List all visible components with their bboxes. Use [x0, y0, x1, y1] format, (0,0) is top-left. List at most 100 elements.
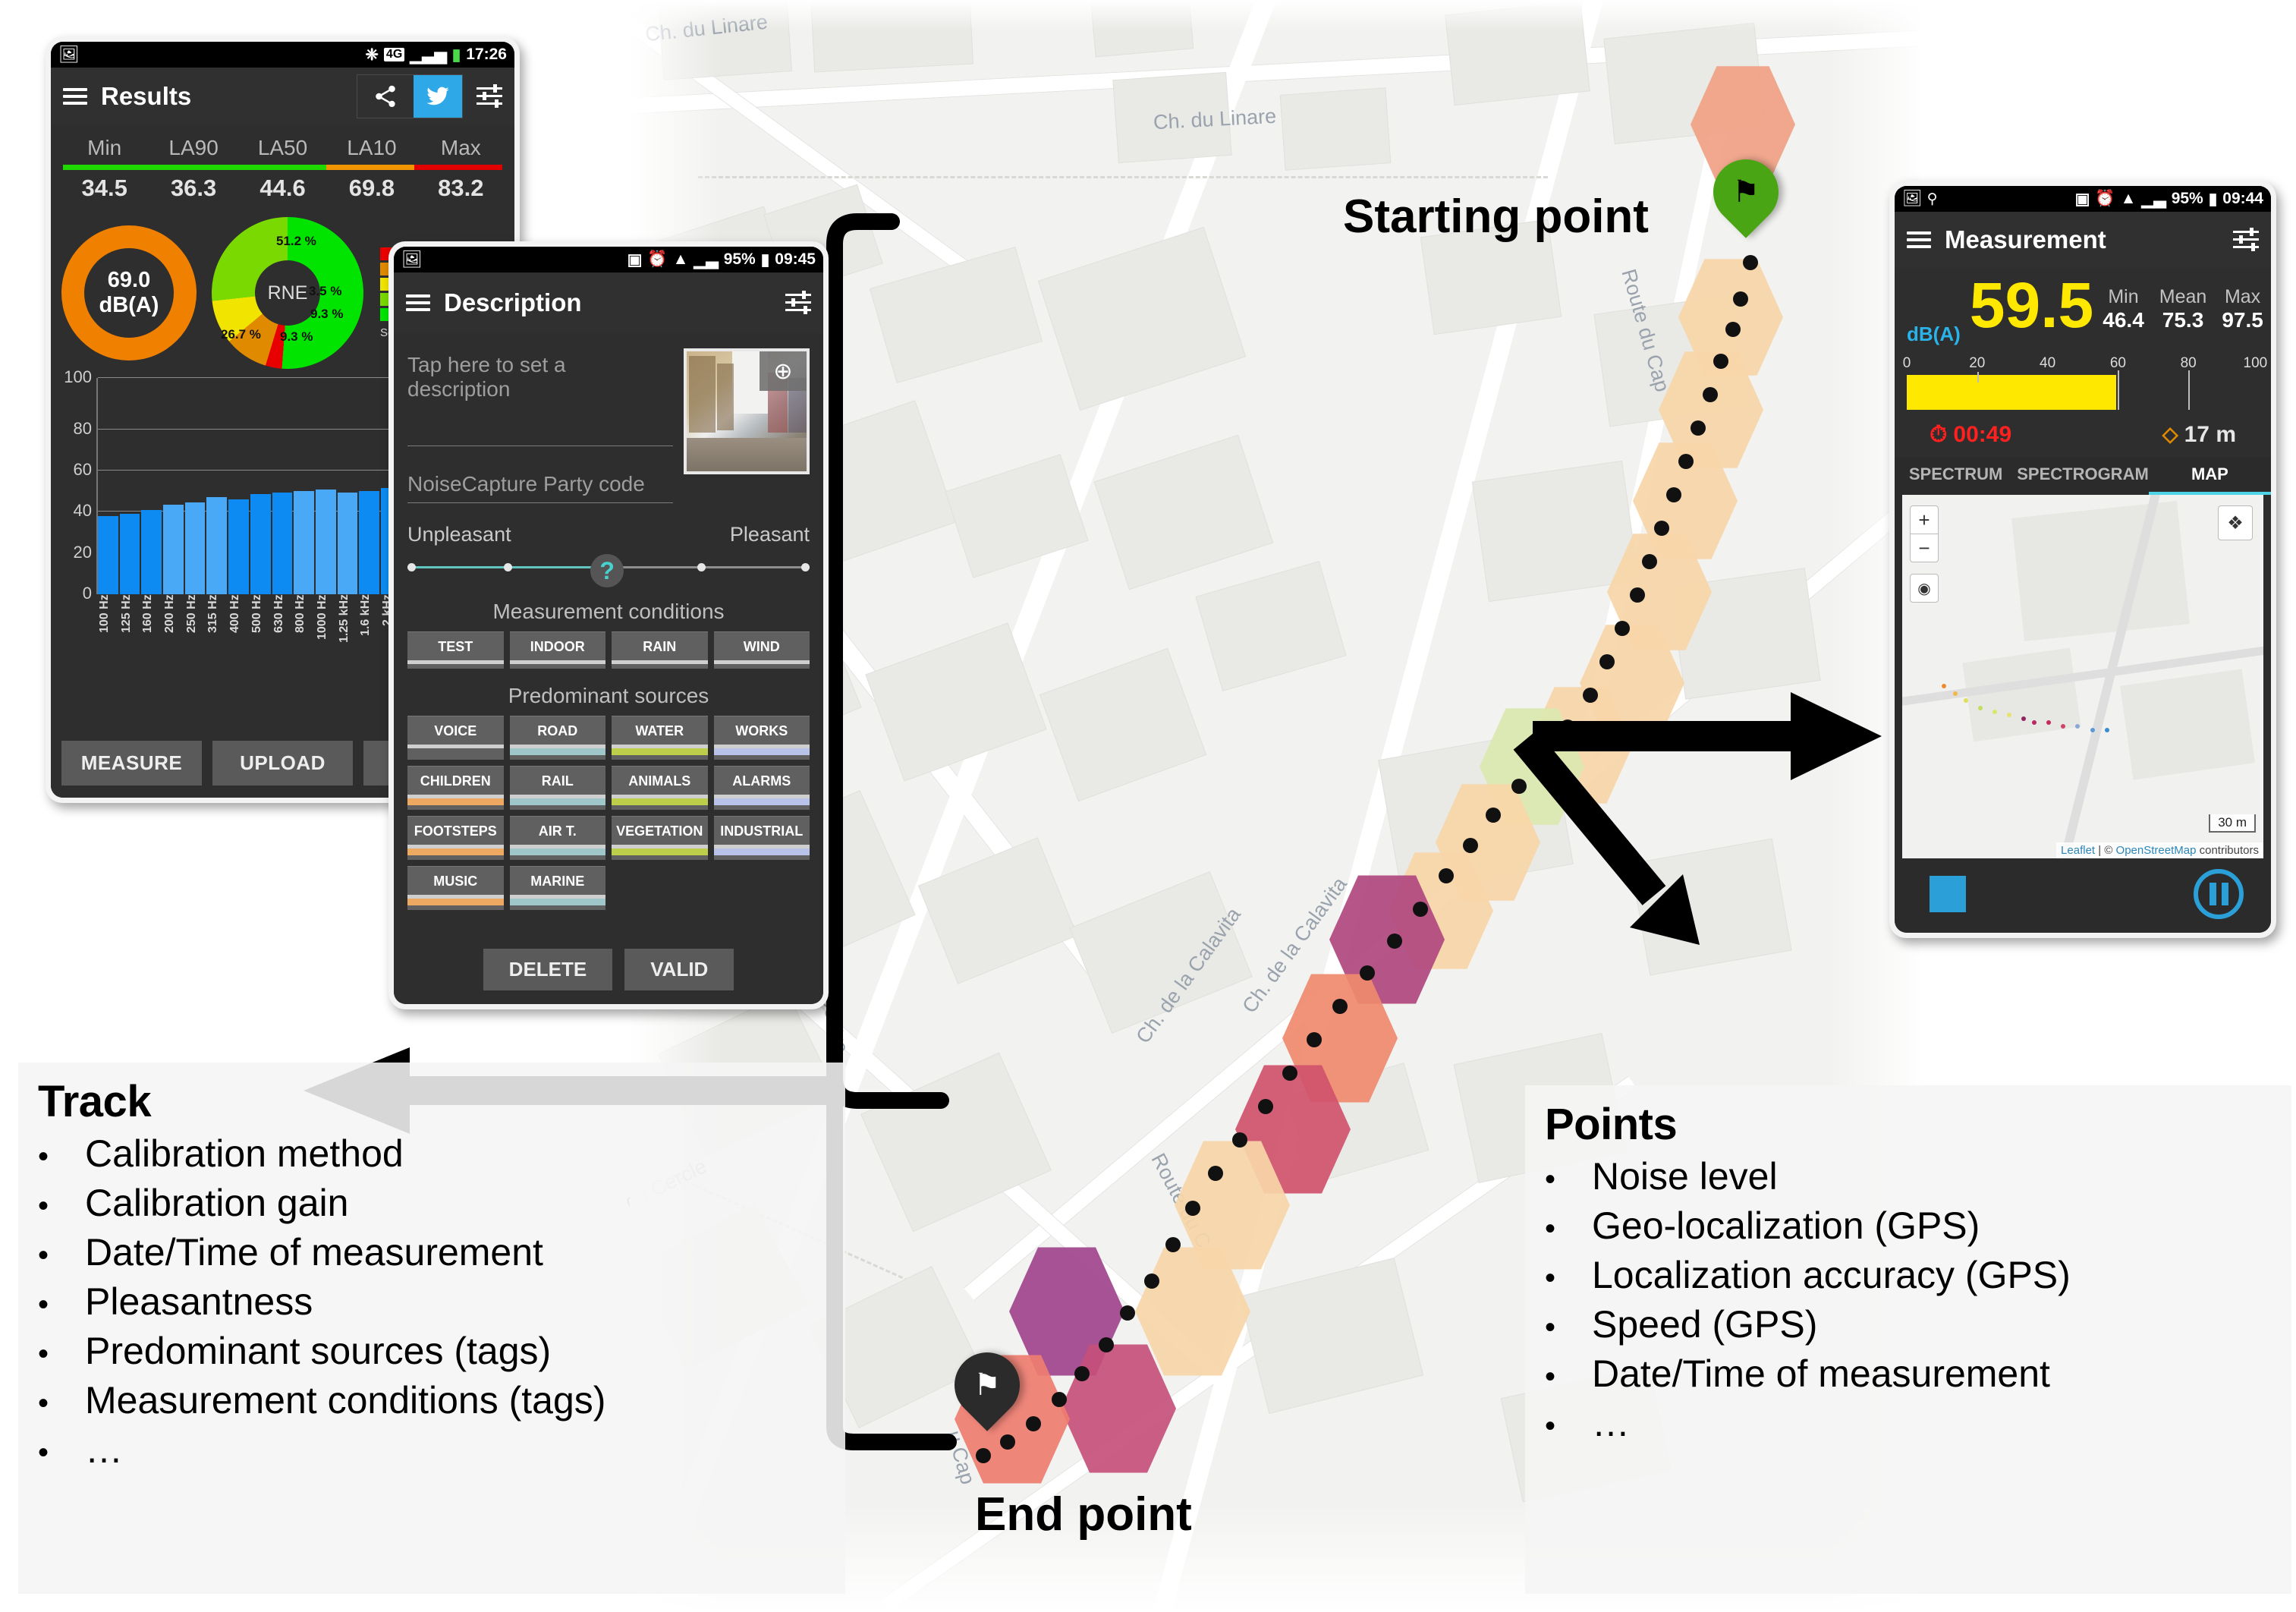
source-tag[interactable]: RAIL	[509, 766, 605, 810]
source-tag-label: VEGETATION	[616, 823, 703, 839]
callout-track-title: Track	[38, 1077, 152, 1126]
signal-icon: ▁▃	[694, 250, 719, 269]
stat-label: LA90	[168, 136, 219, 159]
source-tag[interactable]: MUSIC	[407, 866, 504, 910]
source-tag[interactable]: VOICE	[407, 716, 504, 760]
spectrum-bar	[250, 494, 271, 594]
source-tag[interactable]: MARINE	[509, 866, 605, 910]
upload-button[interactable]: UPLOAD	[212, 741, 353, 786]
layers-button[interactable]: ❖	[2218, 505, 2253, 540]
callout-track: Track • Calibration method • Calibration g…	[18, 1063, 845, 1594]
source-tag-label: RAIL	[541, 773, 574, 789]
list-item: • Calibration gain	[38, 1181, 826, 1226]
share-icon[interactable]	[357, 83, 414, 109]
osm-link[interactable]: OpenStreetMap	[2116, 844, 2197, 857]
source-tag[interactable]: INDUSTRIAL	[713, 816, 810, 860]
plus-icon: +	[1918, 508, 1930, 531]
checkered-flag-icon: ⚑	[973, 1368, 1001, 1402]
source-tag[interactable]: CHILDREN	[407, 766, 504, 810]
end-marker-pin[interactable]: ⚑	[941, 1339, 1033, 1431]
condition-tag[interactable]: RAIN	[612, 631, 708, 669]
photo-thumbnail[interactable]: ⊕	[684, 348, 810, 474]
description-input[interactable]: Tap here to set a description	[407, 348, 673, 446]
spectrum-x-tick: 250 Hz	[184, 594, 198, 633]
source-tag-label: CHILDREN	[420, 773, 491, 789]
list-item-label: Geo-localization (GPS)	[1592, 1204, 1980, 1247]
stat-value: 34.5	[81, 175, 127, 201]
callout-points: Points • Noise level • Geo-localization (G…	[1525, 1085, 2291, 1594]
spectrum-x-tick: 630 Hz	[272, 594, 285, 633]
hamburger-icon[interactable]	[406, 294, 430, 311]
vibrate-icon: ▣	[2074, 190, 2090, 208]
list-item-label: Calibration method	[85, 1132, 404, 1175]
laeq-unit: dB(A)	[99, 293, 159, 317]
party-code-input[interactable]: NoiseCapture Party code	[407, 446, 673, 503]
battery-icon: ▮	[760, 250, 770, 269]
tab-spectrum[interactable]: SPECTRUM	[1895, 457, 2017, 495]
hamburger-icon[interactable]	[1907, 231, 1931, 248]
measurement-tabs: SPECTRUM SPECTROGRAM MAP	[1895, 457, 2271, 495]
list-item-label: Date/Time of measurement	[85, 1231, 543, 1274]
source-tag[interactable]: WORKS	[713, 716, 810, 760]
sliders-icon[interactable]	[476, 84, 502, 108]
source-tag[interactable]: ALARMS	[713, 766, 810, 810]
list-item: • Localization accuracy (GPS)	[1545, 1253, 2272, 1298]
spectrum-bar	[272, 492, 293, 594]
level-scale-ticks: 0 20 40 60 80 100	[1903, 355, 2268, 373]
rne-slice-label: 3.5 %	[309, 284, 342, 298]
locate-button[interactable]: ◉	[1910, 574, 1939, 603]
tab-spectrogram[interactable]: SPECTROGRAM	[2017, 457, 2149, 495]
callout-points-list: • Noise level • Geo-localization (GPS) • Lo…	[1545, 1154, 2272, 1446]
source-tag-label: WATER	[635, 723, 684, 738]
timer-value: 00:49	[1953, 422, 2012, 447]
condition-tag[interactable]: TEST	[407, 631, 504, 669]
condition-tag[interactable]: INDOOR	[509, 631, 605, 669]
source-tag-label: FOOTSTEPS	[414, 823, 497, 839]
laeq-value: 69.0	[107, 267, 151, 292]
stop-button[interactable]	[1930, 876, 1966, 912]
add-photo-icon[interactable]: ⊕	[760, 351, 807, 391]
statusbar-description: 🖼 ▣ ⏰ ▲ ▁▃ 95% ▮ 09:45	[394, 247, 823, 272]
zoom-in-button[interactable]: +	[1910, 505, 1939, 534]
map-attribution: Leaflet | © OpenStreetMap contributors	[2056, 842, 2263, 858]
tab-map[interactable]: MAP	[2148, 457, 2271, 495]
sliders-icon[interactable]	[785, 291, 811, 314]
source-tag[interactable]: WATER	[612, 716, 708, 760]
stat-label: LA10	[347, 136, 397, 159]
image-icon: 🖼	[1902, 190, 1923, 207]
start-marker-pin[interactable]: ⚑	[1700, 146, 1792, 238]
y-tick: 80	[73, 418, 92, 438]
leaflet-link[interactable]: Leaflet	[2061, 844, 2095, 857]
page-title: Results	[101, 82, 192, 110]
sliders-icon[interactable]	[2233, 228, 2259, 251]
source-tag[interactable]: AIR T.	[509, 816, 605, 860]
pause-button[interactable]	[2194, 869, 2244, 919]
pleasantness-right-label: Pleasant	[729, 523, 810, 546]
description-button-row: DELETE VALID	[394, 938, 823, 1004]
battery-percent: 95%	[723, 250, 756, 268]
pleasantness-slider[interactable]: ?	[407, 551, 810, 587]
list-item-label: Pleasantness	[85, 1280, 313, 1323]
gps-icon: ⬦	[2162, 422, 2178, 447]
valid-button[interactable]: VALID	[624, 949, 734, 990]
pleasantness-help-icon[interactable]: ?	[590, 554, 624, 587]
pleasantness-left-label: Unpleasant	[407, 523, 511, 546]
source-tag[interactable]: VEGETATION	[612, 816, 708, 860]
source-tag[interactable]: ROAD	[509, 716, 605, 760]
delete-button[interactable]: DELETE	[483, 949, 613, 990]
list-item: • Noise level	[1545, 1154, 2272, 1199]
measurement-minimap[interactable]: + − ◉ ❖ 30 m Leaflet | © OpenStreetMap c…	[1902, 495, 2263, 858]
wifi-icon: ▲	[2120, 190, 2137, 207]
source-tag[interactable]: FOOTSTEPS	[407, 816, 504, 860]
measure-button[interactable]: MEASURE	[61, 741, 202, 786]
battery-charging-icon: ▮	[451, 46, 461, 64]
zoom-out-button[interactable]: −	[1910, 534, 1939, 562]
spectrum-bar	[337, 492, 358, 594]
twitter-icon[interactable]	[414, 75, 462, 118]
condition-tag-label: RAIN	[643, 639, 677, 654]
source-tag[interactable]: ANIMALS	[612, 766, 708, 810]
scale-tick: 0	[1902, 355, 1911, 371]
elapsed-timer: ⏱ 00:49	[1930, 422, 2011, 448]
condition-tag[interactable]: WIND	[713, 631, 810, 669]
hamburger-icon[interactable]	[63, 88, 87, 105]
